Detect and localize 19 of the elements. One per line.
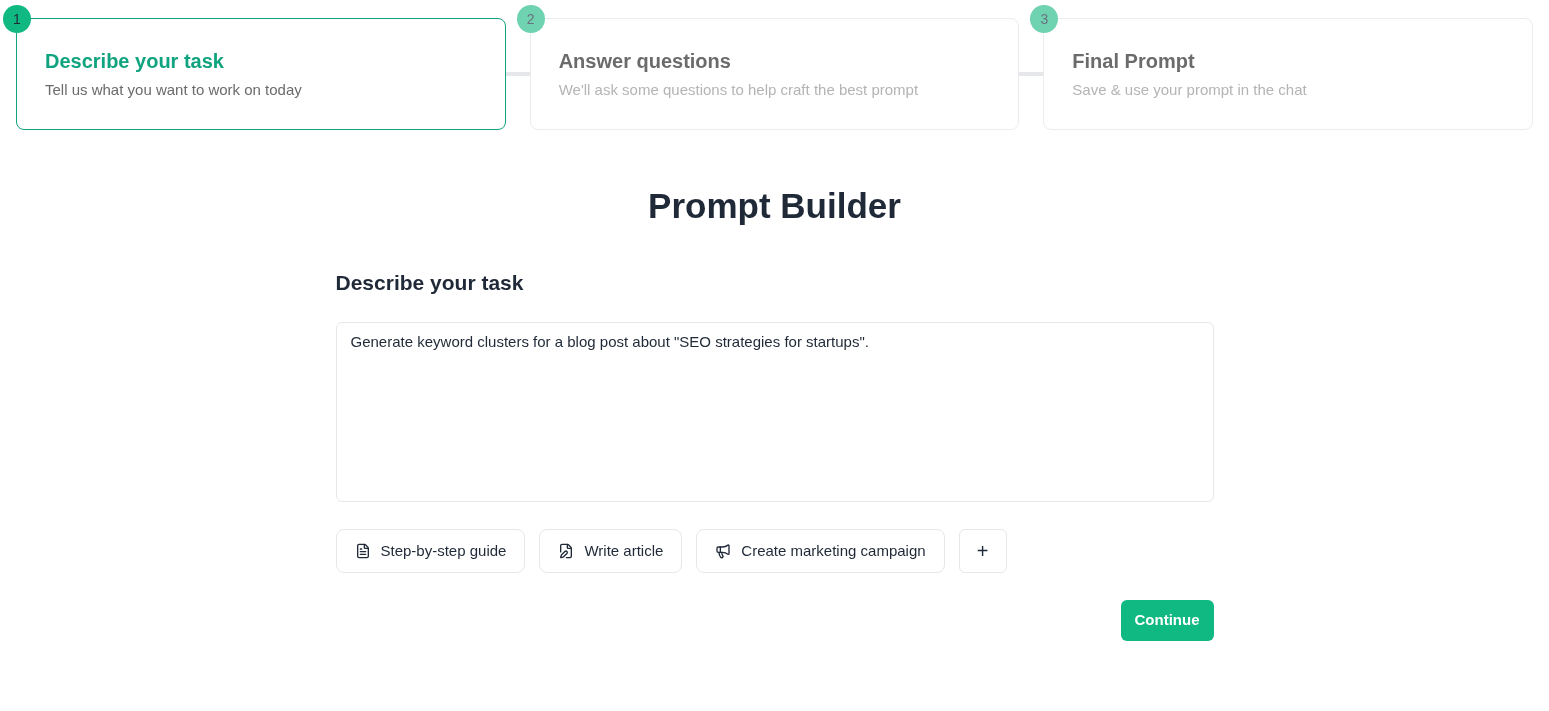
step-title: Final Prompt — [1072, 48, 1196, 74]
step-number: 3 — [1030, 5, 1059, 33]
step-subtitle: Save & use your prompt in the chat — [1072, 79, 1308, 100]
step-title: Describe your task — [45, 48, 225, 74]
template-button[interactable]: Step-by-step guide — [335, 529, 526, 573]
step-title: Answer questions — [558, 48, 732, 74]
template-button[interactable]: Create marketing campaign — [696, 529, 945, 573]
megaphone-icon — [715, 543, 732, 559]
document-icon — [354, 543, 371, 559]
section-title: Describe your task — [335, 269, 525, 296]
step-number: 2 — [516, 5, 545, 33]
step-number: 1 — [3, 5, 31, 33]
page-title: Prompt Builder — [647, 185, 902, 227]
step-subtitle: We'll ask some questions to help craft the best prompt — [558, 79, 920, 100]
add-button[interactable]: + — [958, 529, 1007, 573]
template-button[interactable]: Write article — [539, 529, 683, 573]
pen-document-icon — [558, 543, 575, 559]
task-field[interactable]: Generate keyword clusters for a blog post about "SEO strategies for startups". — [335, 322, 1214, 502]
step-subtitle: Tell us what you want to work on today — [45, 79, 303, 100]
